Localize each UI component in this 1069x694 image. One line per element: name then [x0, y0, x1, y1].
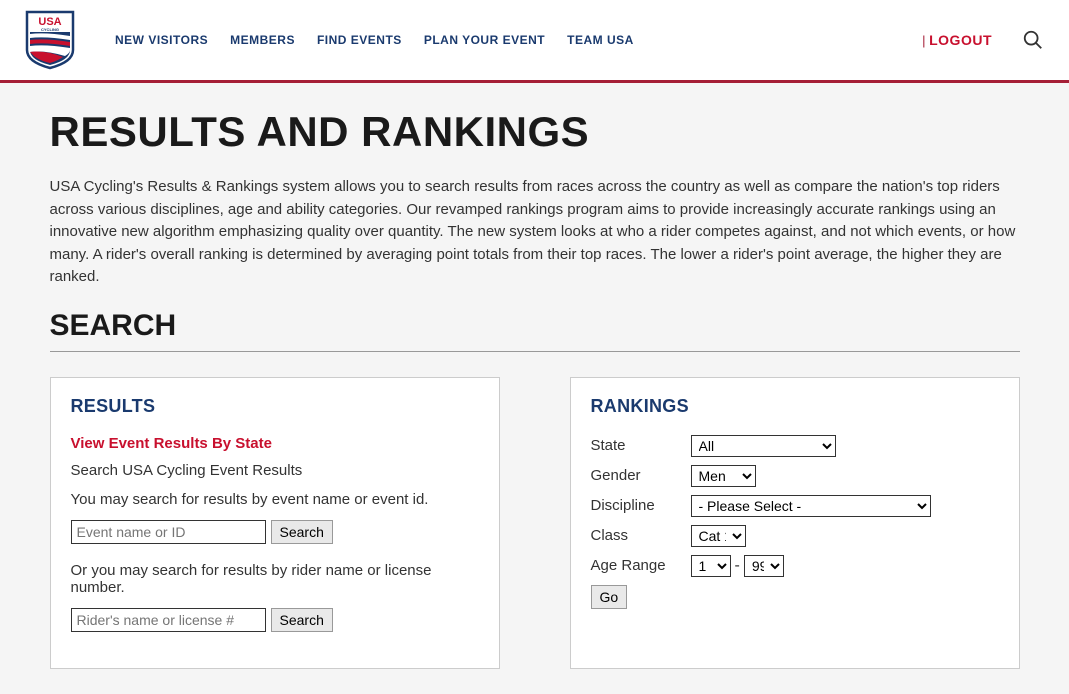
gender-row: Gender Men	[591, 465, 999, 487]
search-heading: SEARCH	[50, 309, 1020, 343]
age-range-separator: -	[735, 557, 740, 575]
nav-plan-event[interactable]: PLAN YOUR EVENT	[424, 33, 545, 47]
state-label: State	[591, 437, 691, 454]
page-title: RESULTS AND RANKINGS	[50, 108, 1020, 156]
class-select[interactable]: Cat 1	[691, 525, 746, 547]
rider-helper: Or you may search for results by rider n…	[71, 562, 479, 596]
gender-label: Gender	[591, 467, 691, 484]
event-search-row: Search	[71, 520, 479, 544]
shield-logo-icon: USA CYCLING	[25, 10, 75, 70]
event-search-button[interactable]: Search	[271, 520, 333, 544]
view-by-state-link[interactable]: View Event Results By State	[71, 435, 479, 452]
main-container: RESULTS AND RANKINGS USA Cycling's Resul…	[25, 83, 1045, 694]
rider-search-button[interactable]: Search	[271, 608, 333, 632]
age-label: Age Range	[591, 557, 691, 574]
svg-text:CYCLING: CYCLING	[41, 27, 59, 32]
event-helper: You may search for results by event name…	[71, 491, 479, 508]
intro-text: USA Cycling's Results & Rankings system …	[50, 176, 1020, 289]
nav-team-usa[interactable]: TEAM USA	[567, 33, 634, 47]
event-search-input[interactable]	[71, 520, 266, 544]
header-right: | LOGOUT	[922, 29, 1044, 51]
go-button[interactable]: Go	[591, 585, 628, 609]
main-nav: NEW VISITORS MEMBERS FIND EVENTS PLAN YO…	[115, 33, 634, 47]
logout-wrap: | LOGOUT	[922, 32, 992, 48]
search-icon[interactable]	[1022, 29, 1044, 51]
discipline-label: Discipline	[591, 497, 691, 514]
class-row: Class Cat 1	[591, 525, 999, 547]
results-subhead: Search USA Cycling Event Results	[71, 462, 479, 479]
nav-find-events[interactable]: FIND EVENTS	[317, 33, 402, 47]
state-row: State All	[591, 435, 999, 457]
discipline-select[interactable]: - Please Select -	[691, 495, 931, 517]
discipline-row: Discipline - Please Select -	[591, 495, 999, 517]
nav-new-visitors[interactable]: NEW VISITORS	[115, 33, 208, 47]
age-to-select[interactable]: 99	[744, 555, 784, 577]
rankings-panel: RANKINGS State All Gender Men Discipline…	[570, 377, 1020, 669]
state-select[interactable]: All	[691, 435, 836, 457]
class-label: Class	[591, 527, 691, 544]
rankings-title: RANKINGS	[591, 396, 999, 417]
results-title: RESULTS	[71, 396, 479, 417]
divider	[50, 351, 1020, 352]
panels: RESULTS View Event Results By State Sear…	[50, 377, 1020, 669]
age-from-select[interactable]: 1	[691, 555, 731, 577]
rider-search-input[interactable]	[71, 608, 266, 632]
main-header: USA CYCLING NEW VISITORS MEMBERS FIND EV…	[0, 0, 1069, 83]
nav-members[interactable]: MEMBERS	[230, 33, 295, 47]
usa-cycling-logo[interactable]: USA CYCLING	[25, 10, 75, 70]
logout-link[interactable]: LOGOUT	[929, 32, 992, 48]
rider-search-row: Search	[71, 608, 479, 632]
results-panel: RESULTS View Event Results By State Sear…	[50, 377, 500, 669]
age-row: Age Range 1 - 99	[591, 555, 999, 577]
gender-select[interactable]: Men	[691, 465, 756, 487]
